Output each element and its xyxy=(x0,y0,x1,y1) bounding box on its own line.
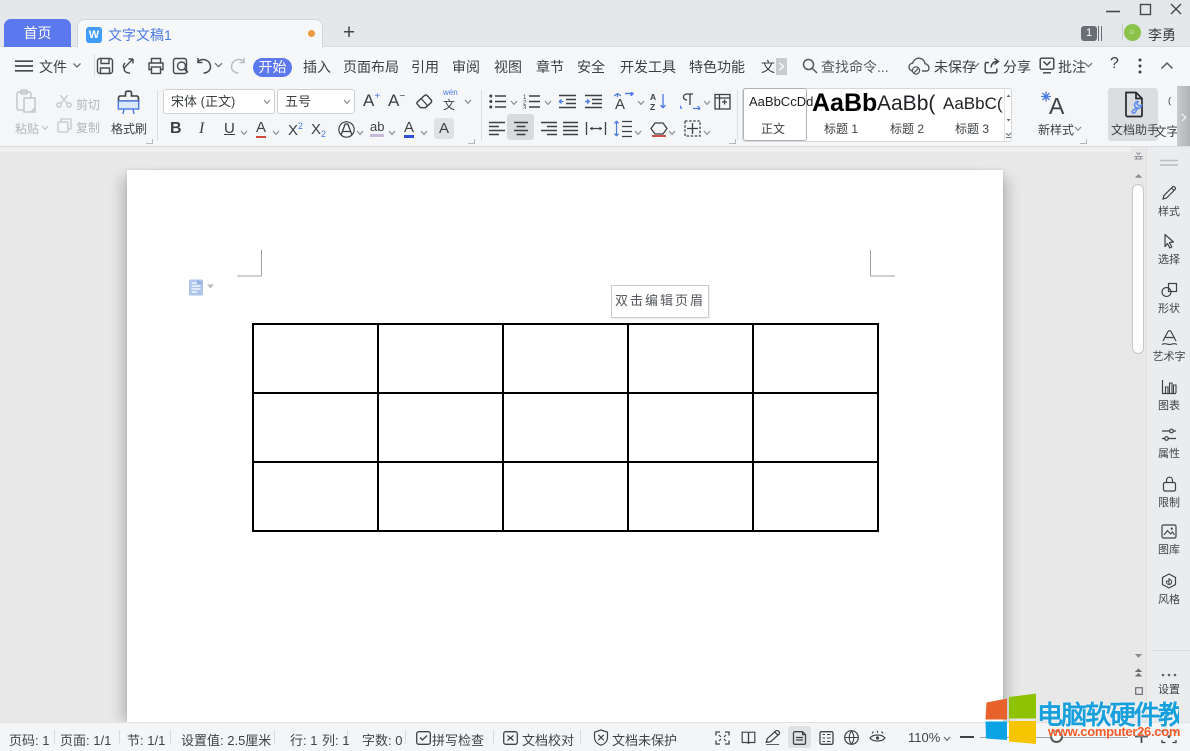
svg-text:3: 3 xyxy=(523,106,527,110)
svg-text:A: A xyxy=(650,92,656,102)
svg-text:A: A xyxy=(615,96,625,111)
svg-text:A: A xyxy=(1049,93,1065,116)
svg-text:Z: Z xyxy=(650,102,655,111)
